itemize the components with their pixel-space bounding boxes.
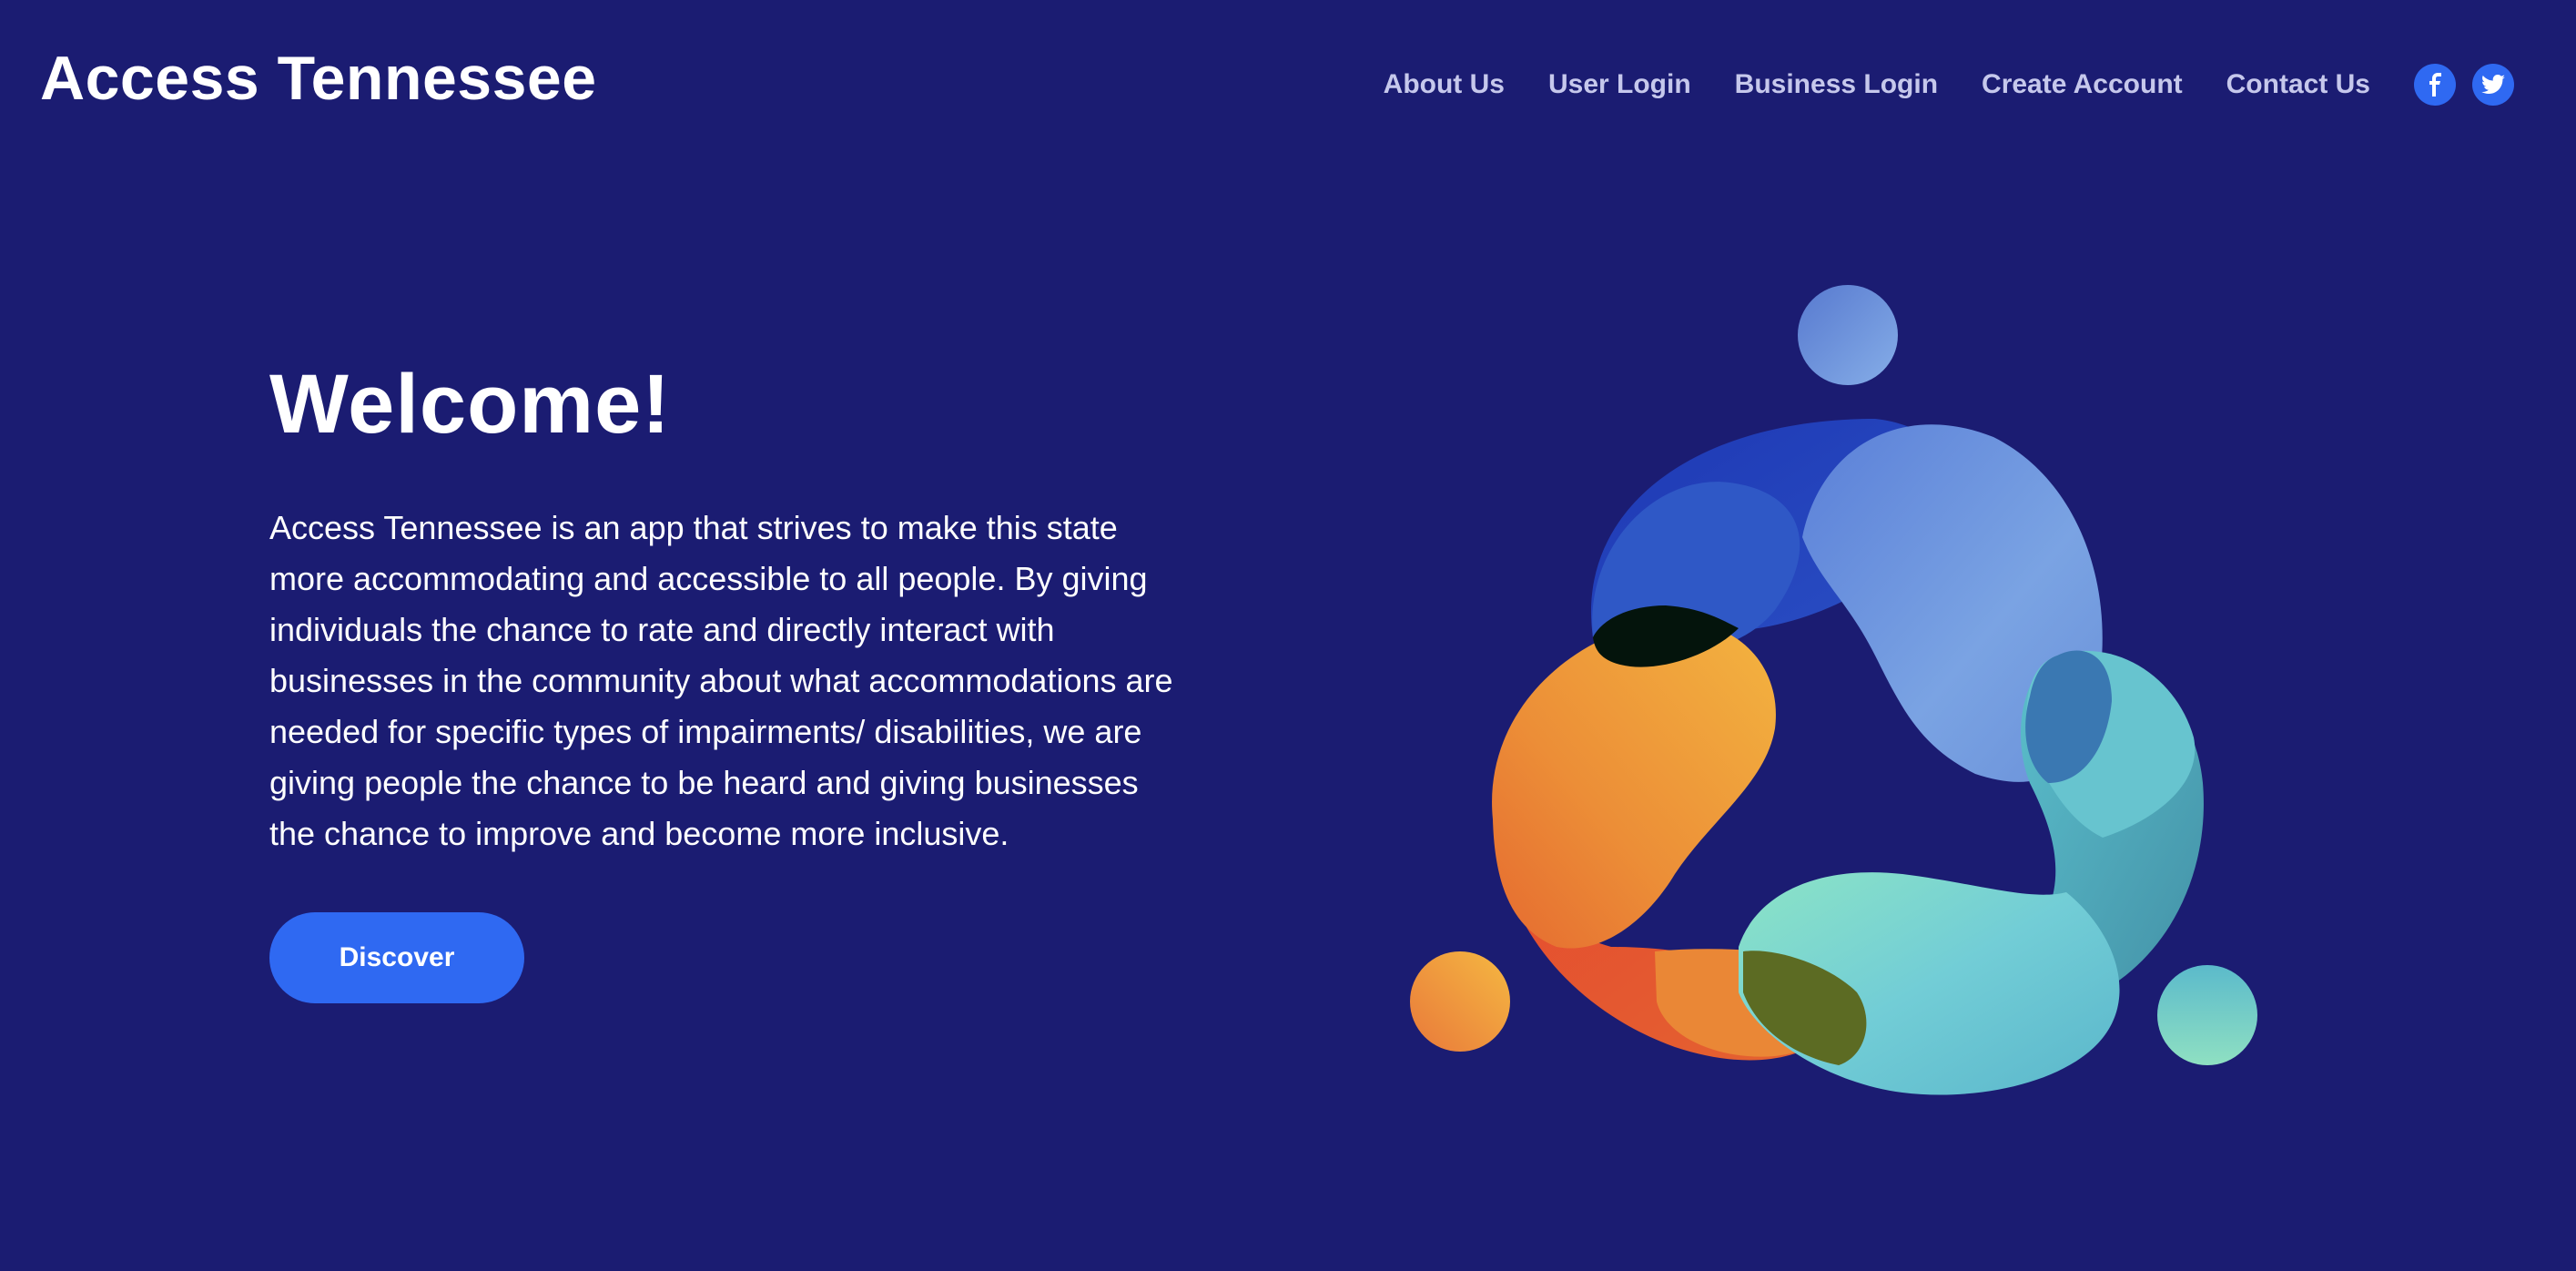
nav-create-account[interactable]: Create Account — [1982, 71, 2183, 98]
discover-button[interactable]: Discover — [269, 912, 524, 1003]
hero-illustration — [1393, 273, 2285, 1129]
circle-teal — [2157, 965, 2257, 1065]
nav-user-login[interactable]: User Login — [1548, 71, 1691, 98]
blob-orange — [1492, 621, 1776, 949]
abstract-blob-logo — [1410, 285, 2257, 1095]
site-header: Access Tennessee About Us User Login Bus… — [0, 0, 2576, 173]
nav-about-us[interactable]: About Us — [1384, 71, 1505, 98]
site-title[interactable]: Access Tennessee — [40, 47, 597, 109]
welcome-heading: Welcome! — [269, 358, 671, 451]
main-nav: About Us User Login Business Login Creat… — [1384, 64, 2514, 106]
circle-orange — [1410, 951, 1510, 1052]
hero-description: Access Tennessee is an app that strives … — [269, 509, 1173, 852]
circle-blue — [1798, 285, 1898, 385]
hero-section: Welcome! Access Tennessee is an app that… — [269, 362, 1180, 1003]
facebook-icon[interactable] — [2414, 64, 2456, 106]
nav-contact-us[interactable]: Contact Us — [2226, 71, 2370, 98]
social-links — [2414, 64, 2514, 106]
twitter-icon[interactable] — [2472, 64, 2514, 106]
nav-business-login[interactable]: Business Login — [1735, 71, 1938, 98]
